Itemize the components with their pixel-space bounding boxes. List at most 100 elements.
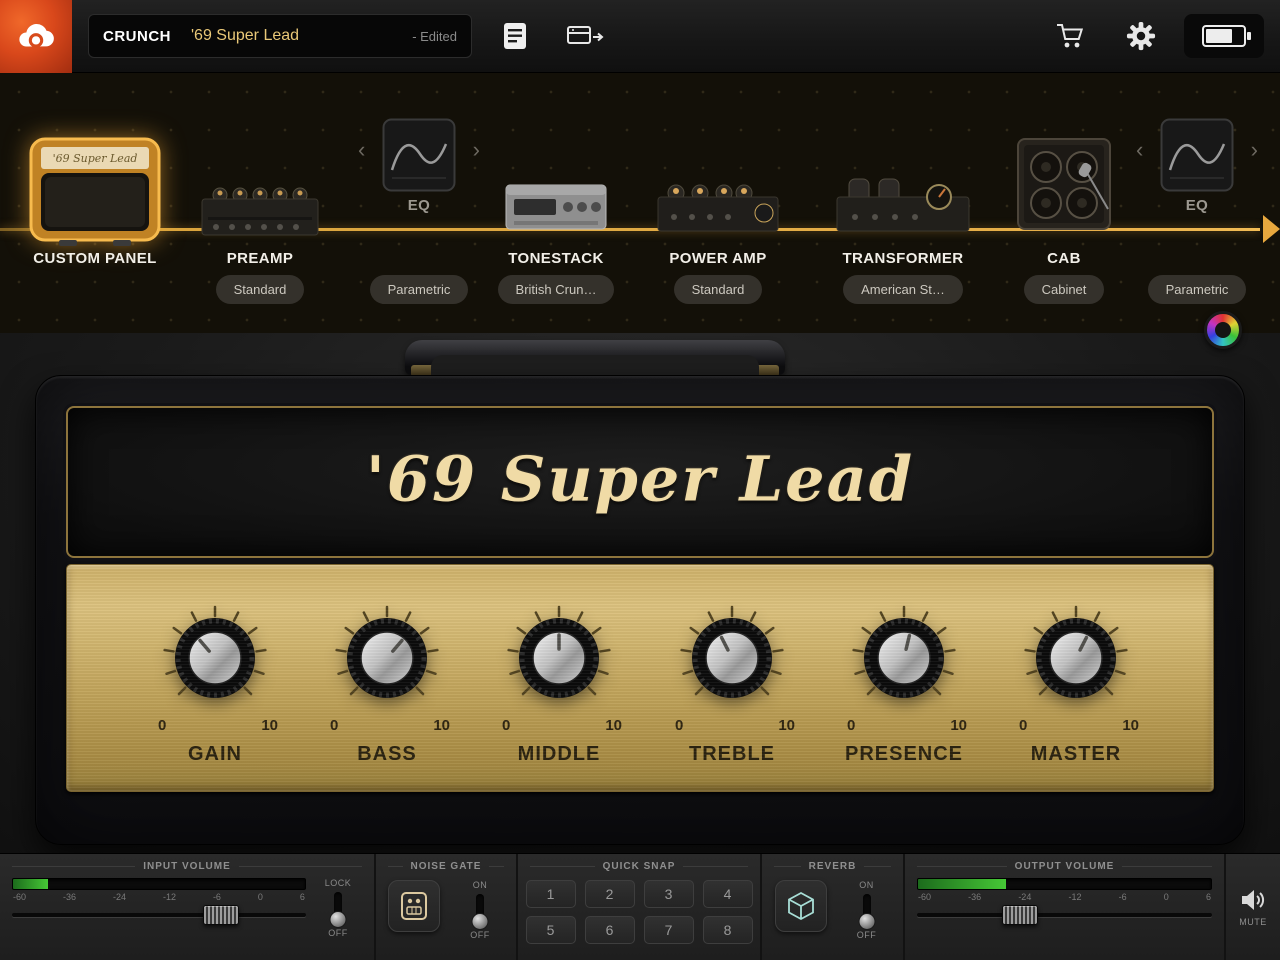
quick-snap-8[interactable]: 8 bbox=[702, 916, 753, 944]
knob-min-label: 0 bbox=[330, 717, 339, 734]
quick-snap-3[interactable]: 3 bbox=[643, 880, 694, 908]
reverb-toggle[interactable]: ON OFF bbox=[843, 880, 891, 940]
quick-snap-5[interactable]: 5 bbox=[525, 916, 576, 944]
chain-item-model-pill[interactable]: Parametric bbox=[369, 275, 469, 304]
output-volume-slider-handle[interactable] bbox=[1002, 905, 1039, 925]
knob-dial[interactable] bbox=[504, 603, 614, 713]
battery-icon bbox=[1202, 25, 1251, 47]
chain-item-model-pill[interactable]: Parametric bbox=[1147, 275, 1247, 304]
quick-snap-7[interactable]: 7 bbox=[643, 916, 694, 944]
knob-treble[interactable]: 0 10 TREBLE bbox=[675, 603, 795, 773]
chain-item-cab[interactable]: CAB Cabinet bbox=[989, 73, 1139, 333]
preset-list-button[interactable] bbox=[502, 21, 528, 51]
knob-dial[interactable] bbox=[677, 603, 787, 713]
knob-dial[interactable] bbox=[849, 603, 959, 713]
chain-item-model-pill[interactable]: British Crun… bbox=[497, 275, 615, 304]
knob-min-label: 0 bbox=[847, 717, 856, 734]
chain-item-eq-2[interactable]: ‹ › EQ Parametric bbox=[1122, 73, 1272, 333]
toggle-track[interactable] bbox=[329, 892, 347, 928]
amp-app-window: CRUNCH '69 Super Lead - Edited '69 Super… bbox=[0, 0, 1280, 960]
eq-thumbnail bbox=[1160, 118, 1234, 197]
gear-icon bbox=[1126, 21, 1156, 51]
db-tick: 0 bbox=[257, 892, 263, 902]
noise-gate-toggle[interactable]: ON OFF bbox=[456, 880, 504, 940]
chain-item-model-pill[interactable]: American St… bbox=[843, 275, 963, 304]
amp-stage: '69 Super Lead 0 10 GAIN 0 10 BASS 0 10 … bbox=[0, 333, 1280, 853]
toggle-track[interactable] bbox=[858, 894, 875, 930]
input-level-fill bbox=[13, 879, 49, 889]
knob-gain[interactable]: 0 10 GAIN bbox=[158, 603, 278, 773]
knob-max-label: 10 bbox=[261, 717, 278, 734]
chain-item-label: EQ bbox=[407, 197, 431, 214]
knob-label: GAIN bbox=[188, 743, 242, 765]
knob-max-label: 10 bbox=[1122, 717, 1139, 734]
db-tick: 6 bbox=[299, 892, 305, 902]
signal-chain-view-button[interactable] bbox=[566, 21, 606, 51]
db-tick: 6 bbox=[1205, 892, 1211, 902]
db-tick: -36 bbox=[968, 892, 982, 902]
chain-item-preamp[interactable]: PREAMP Standard bbox=[185, 73, 335, 333]
move-right-chevron-icon[interactable]: › bbox=[473, 139, 480, 161]
chain-item-label: TONESTACK bbox=[508, 250, 604, 267]
noise-gate-section: NOISE GATE ON OFF bbox=[376, 854, 518, 960]
db-tick: -60 bbox=[918, 892, 932, 902]
output-volume-title: OUTPUT VOLUME bbox=[917, 859, 1212, 873]
toggle-knob[interactable] bbox=[858, 913, 875, 930]
color-wheel-button[interactable] bbox=[1204, 311, 1242, 349]
preamp-thumbnail bbox=[200, 179, 320, 242]
tonecloud-logo-button[interactable] bbox=[0, 0, 72, 73]
noise-gate-button[interactable] bbox=[388, 880, 440, 932]
quick-snap-6[interactable]: 6 bbox=[584, 916, 635, 944]
chain-item-custom-panel[interactable]: '69 Super Lead CUSTOM PANEL bbox=[15, 73, 175, 333]
chain-item-tonestack[interactable]: TONESTACK British Crun… bbox=[481, 73, 631, 333]
toggle-knob[interactable] bbox=[329, 911, 347, 928]
knob-label: BASS bbox=[357, 743, 417, 765]
knob-dial[interactable] bbox=[160, 603, 270, 713]
reverb-button[interactable] bbox=[774, 880, 827, 932]
db-tick: -6 bbox=[1118, 892, 1127, 902]
input-volume-title: INPUT VOLUME bbox=[12, 859, 362, 873]
input-lock-toggle[interactable]: LOCK OFF bbox=[314, 878, 362, 938]
chain-item-model-pill[interactable]: Standard bbox=[673, 275, 763, 304]
move-left-chevron-icon[interactable]: ‹ bbox=[358, 139, 365, 161]
preset-field[interactable]: CRUNCH '69 Super Lead - Edited bbox=[88, 14, 472, 58]
mute-label: MUTE bbox=[1239, 917, 1267, 927]
quick-snap-4[interactable]: 4 bbox=[702, 880, 753, 908]
knob-master[interactable]: 0 10 MASTER bbox=[1019, 603, 1139, 773]
lock-label: LOCK bbox=[324, 878, 352, 888]
db-tick: -36 bbox=[62, 892, 76, 902]
chain-item-model-pill[interactable]: Standard bbox=[215, 275, 305, 304]
db-tick: -24 bbox=[1018, 892, 1032, 902]
input-volume-slider[interactable] bbox=[12, 903, 306, 927]
store-cart-button[interactable] bbox=[1054, 22, 1086, 50]
chain-item-power-amp[interactable]: POWER AMP Standard bbox=[643, 73, 793, 333]
knob-middle[interactable]: 0 10 MIDDLE bbox=[502, 603, 622, 773]
knob-dial[interactable] bbox=[1021, 603, 1131, 713]
move-right-chevron-icon[interactable]: › bbox=[1251, 139, 1258, 161]
toggle-track[interactable] bbox=[471, 894, 489, 930]
power-amp-thumbnail bbox=[656, 179, 780, 238]
amp-faceplate: '69 Super Lead bbox=[66, 406, 1214, 558]
chain-item-eq-1[interactable]: ‹ › EQ Parametric bbox=[344, 73, 494, 333]
knob-bass[interactable]: 0 10 BASS bbox=[330, 603, 450, 773]
knob-label: MASTER bbox=[1030, 743, 1122, 765]
output-db-scale: -60 -36 -24 -12 -6 0 6 bbox=[918, 892, 1211, 902]
chain-item-model-pill[interactable]: Cabinet bbox=[1023, 275, 1105, 304]
on-label: ON bbox=[859, 880, 874, 890]
knob-presence[interactable]: 0 10 PRESENCE bbox=[845, 603, 967, 773]
quick-snap-2[interactable]: 2 bbox=[584, 880, 635, 908]
move-left-chevron-icon[interactable]: ‹ bbox=[1136, 139, 1143, 161]
slider-track bbox=[917, 913, 1212, 917]
quick-snap-1[interactable]: 1 bbox=[525, 880, 576, 908]
settings-gear-button[interactable] bbox=[1126, 21, 1156, 51]
output-volume-slider[interactable] bbox=[917, 903, 1212, 927]
knob-min-label: 0 bbox=[502, 717, 511, 734]
toggle-knob[interactable] bbox=[471, 913, 489, 930]
knob-label: MIDDLE bbox=[517, 743, 601, 765]
input-volume-slider-handle[interactable] bbox=[202, 905, 239, 925]
chain-item-transformer[interactable]: TRANSFORMER American St… bbox=[828, 73, 978, 333]
knob-dial[interactable] bbox=[332, 603, 442, 713]
input-db-scale: -60 -36 -24 -12 -6 0 6 bbox=[13, 892, 305, 902]
input-level-meter bbox=[12, 878, 306, 890]
mute-button[interactable]: MUTE bbox=[1239, 888, 1267, 927]
